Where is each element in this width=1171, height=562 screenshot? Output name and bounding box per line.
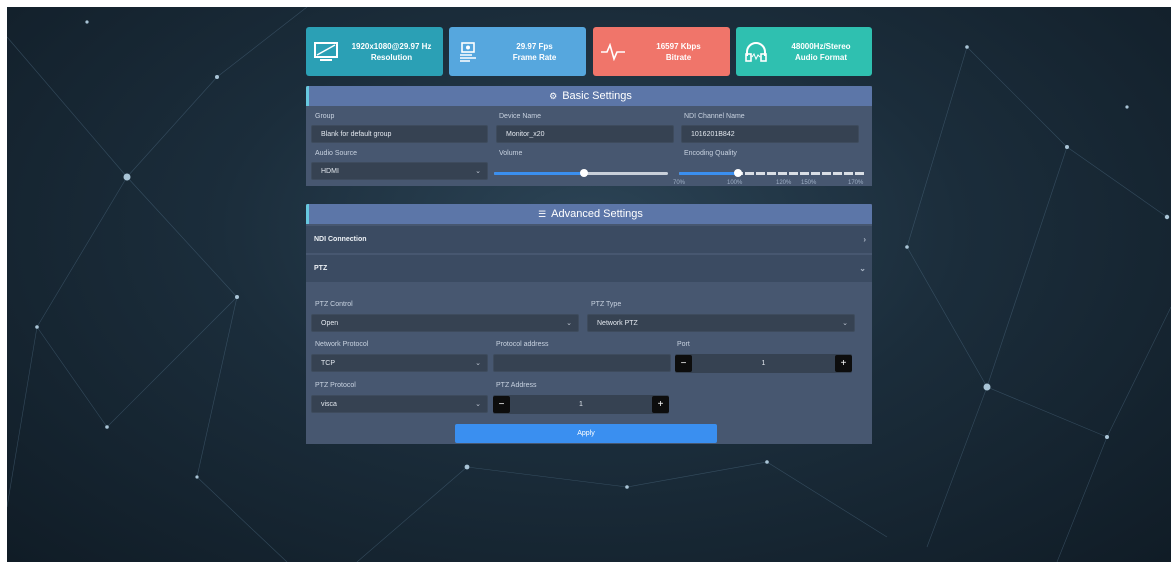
- resolution-card: 1920x1080@29.97 Hz Resolution: [306, 27, 443, 76]
- network-protocol-select[interactable]: TCP ⌄: [311, 354, 488, 372]
- chevron-right-icon: ›: [863, 235, 866, 244]
- port-stepper[interactable]: − 1 +: [675, 354, 852, 373]
- ndi-connection-label: NDI Connection: [314, 236, 367, 243]
- ptz-protocol-select[interactable]: visca ⌄: [311, 395, 488, 413]
- headphones-icon: [736, 41, 776, 63]
- ptz-row[interactable]: PTZ ⌄: [306, 255, 872, 282]
- monitor-icon: [306, 41, 346, 62]
- ndi-channel-label: NDI Channel Name: [684, 113, 745, 120]
- quality-tick: 120%: [776, 180, 792, 186]
- chevron-down-icon: ⌄: [859, 264, 866, 273]
- basic-settings-panel: ⚙ Basic Settings Group Blank for default…: [306, 86, 872, 186]
- volume-slider[interactable]: [494, 169, 668, 177]
- video-icon: [449, 41, 489, 63]
- network-protocol-label: Network Protocol: [315, 341, 369, 348]
- ptz-address-value[interactable]: 1: [510, 401, 652, 408]
- chevron-down-icon: ⌄: [475, 168, 481, 175]
- ptz-protocol-value: visca: [321, 400, 337, 408]
- frame-rate-value: 29.97 Fps: [516, 41, 553, 51]
- frame-rate-label: Frame Rate: [512, 52, 557, 62]
- frame-rate-card: 29.97 Fps Frame Rate: [449, 27, 586, 76]
- encoding-quality-knob[interactable]: [734, 169, 742, 177]
- resolution-label: Resolution: [370, 52, 413, 62]
- ndi-connection-row[interactable]: NDI Connection ›: [306, 226, 872, 253]
- ptz-label: PTZ: [314, 265, 328, 272]
- encoding-quality-fill: [679, 172, 737, 175]
- volume-label: Volume: [499, 150, 523, 157]
- bitrate-card: 16597 Kbps Bitrate: [593, 27, 730, 76]
- protocol-address-input[interactable]: [493, 354, 671, 372]
- audio-source-select[interactable]: HDMI ⌄: [311, 162, 488, 180]
- quality-tick: 70%: [673, 180, 686, 186]
- plus-button[interactable]: +: [835, 355, 852, 372]
- device-name-input[interactable]: Monitor_x20: [496, 125, 674, 143]
- plus-button[interactable]: +: [652, 396, 669, 413]
- chevron-down-icon: ⌄: [842, 320, 848, 327]
- basic-settings-title: Basic Settings: [562, 90, 632, 102]
- audio-format-value: 48000Hz/Stereo: [791, 41, 851, 51]
- chevron-down-icon: ⌄: [475, 360, 481, 367]
- sliders-icon: ☰: [538, 208, 547, 219]
- bitrate-value: 16597 Kbps: [656, 41, 701, 51]
- chevron-down-icon: ⌄: [475, 401, 481, 408]
- basic-settings-header: ⚙ Basic Settings: [306, 86, 872, 106]
- minus-button[interactable]: −: [493, 396, 510, 413]
- ndi-channel-input[interactable]: 1016201B842: [681, 125, 859, 143]
- audio-format-card: 48000Hz/Stereo Audio Format: [736, 27, 872, 76]
- encoding-quality-label: Encoding Quality: [684, 150, 737, 157]
- ptz-type-label: PTZ Type: [591, 301, 622, 308]
- ptz-address-stepper[interactable]: − 1 +: [493, 395, 669, 414]
- ptz-control-value: Open: [321, 319, 339, 327]
- network-protocol-value: TCP: [321, 359, 335, 367]
- volume-slider-fill: [494, 172, 585, 175]
- pulse-icon: [593, 42, 633, 61]
- volume-slider-knob[interactable]: [580, 169, 589, 177]
- port-label: Port: [677, 341, 690, 348]
- ptz-protocol-label: PTZ Protocol: [315, 382, 356, 389]
- apply-button[interactable]: Apply: [455, 424, 717, 443]
- protocol-address-label: Protocol address: [496, 341, 549, 348]
- gear-icon: ⚙: [549, 90, 558, 101]
- audio-source-value: HDMI: [321, 167, 339, 175]
- advanced-settings-panel: ☰ Advanced Settings NDI Connection › PTZ…: [306, 204, 872, 444]
- advanced-settings-header: ☰ Advanced Settings: [306, 204, 872, 224]
- ptz-control-select[interactable]: Open ⌄: [311, 314, 579, 332]
- device-name-label: Device Name: [499, 113, 542, 120]
- ptz-type-value: Network PTZ: [597, 319, 638, 327]
- chevron-down-icon: ⌄: [566, 320, 572, 327]
- port-value[interactable]: 1: [692, 360, 835, 367]
- group-label: Group: [315, 113, 335, 120]
- ptz-address-label: PTZ Address: [496, 382, 537, 389]
- ptz-type-select[interactable]: Network PTZ ⌄: [587, 314, 855, 332]
- resolution-value: 1920x1080@29.97 Hz: [351, 41, 432, 51]
- advanced-settings-title: Advanced Settings: [551, 208, 643, 220]
- audio-source-label: Audio Source: [315, 150, 358, 157]
- encoding-quality-slider[interactable]: [679, 169, 865, 177]
- quality-tick: 150%: [801, 180, 817, 186]
- bitrate-label: Bitrate: [665, 52, 692, 62]
- ptz-control-label: PTZ Control: [315, 301, 353, 308]
- audio-format-label: Audio Format: [795, 52, 847, 62]
- quality-tick: 170%: [848, 180, 864, 186]
- quality-tick: 100%: [727, 180, 743, 186]
- group-input[interactable]: Blank for default group: [311, 125, 488, 143]
- minus-button[interactable]: −: [675, 355, 692, 372]
- background-network: 1920x1080@29.97 Hz Resolution 29.97 Fps Fr…: [7, 7, 1171, 562]
